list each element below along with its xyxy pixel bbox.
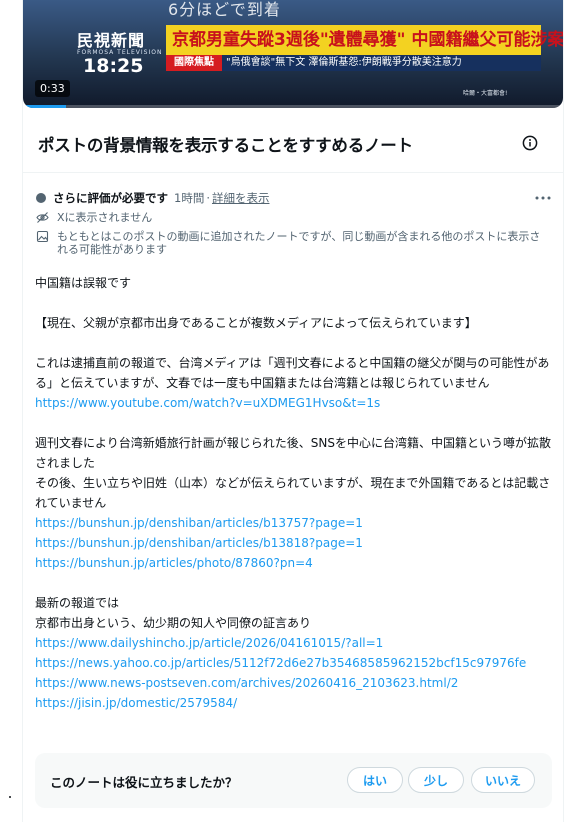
note-link-shincho[interactable]: https://www.dailyshincho.jp/article/2026… [35,633,555,653]
info-icon[interactable] [522,135,538,151]
more-options-icon[interactable] [535,196,551,200]
video-corner-text: 哈爾・大富都會! [463,90,508,97]
note-panel: 6分ほどで到着 民視新聞 FORMOSA TELEVISION 京都男童失蹤3週… [22,0,564,822]
news-ticker: "烏俄會談"無下文 澤倫斯基怨:伊朗戰爭分散美注意力 [222,55,541,71]
status-label: さらに評価が必要です [53,191,168,205]
note-body: 中国籍は誤報です 【現在、父親が京都市出身であることが複数メディアによって伝えら… [35,273,555,713]
note-link-jisin[interactable]: https://jisin.jp/domestic/2579584/ [35,693,555,713]
rate-yes-button[interactable]: はい [347,767,403,793]
note-line-2: 【現在、父親が京都市出身であることが複数メディアによって伝えられています】 [35,316,477,330]
note-header: ポストの背景情報を表示することをすすめるノート [23,118,563,170]
note-paragraph-5: 京都市出身という、幼少期の知人や同僚の証言あり [35,616,312,630]
details-link[interactable]: 詳細を表示 [212,190,270,206]
eye-off-icon [36,212,49,223]
note-time-ago: 1時間 [174,191,205,205]
note-paragraph-1: これは逮捕直前の報道で、台湾メディアは「週刊文春によると中国籍の継父が関与の可能… [35,356,550,390]
rate-no-button[interactable]: いいえ [471,767,535,793]
flash-label: 國際焦點 [166,55,222,71]
status-dot-icon [36,193,46,203]
note-link-bunshun-3[interactable]: https://bunshun.jp/articles/photo/87860?… [35,553,555,573]
video-player[interactable]: 6分ほどで到着 民視新聞 FORMOSA TELEVISION 京都男童失蹤3週… [23,0,563,108]
rate-somewhat-button[interactable]: 少し [408,767,464,793]
image-icon [36,230,49,243]
note-paragraph-2: 週刊文春により台湾新婚旅行計画が報じられた後、SNSを中心に台湾籍、中国籍という… [35,436,551,470]
video-progress-fill [23,105,67,108]
elapsed-time-badge: 0:33 [35,80,70,97]
video-clock: 18:25 [83,55,144,77]
hidden-notice-text: Xに表示されません [57,211,153,224]
rating-question: このノートは役に立ちましたか？ [50,775,238,790]
rating-box: このノートは役に立ちましたか？ はい 少し いいえ [35,753,552,808]
note-link-postseven[interactable]: https://www.news-postseven.com/archives/… [35,673,555,693]
header-divider [23,172,563,173]
note-link-bunshun-1[interactable]: https://bunshun.jp/denshiban/articles/b1… [35,513,555,533]
note-link-bunshun-2[interactable]: https://bunshun.jp/denshiban/articles/b1… [35,533,555,553]
note-paragraph-4: 最新の報道では [35,596,120,610]
note-paragraph-3: その後、生い立ちや旧姓（山本）などが伝えられていますが、現在まで外国籍であるとは… [35,476,551,510]
channel-logo: 民視新聞 FORMOSA TELEVISION [77,27,165,56]
channel-name: 民視新聞 [77,31,146,50]
added-notice-text: もともとはこのポストの動画に追加されたノートですが、同じ動画が含まれる他のポスト… [57,230,541,256]
hidden-notice-row: Xに表示されません [36,211,152,224]
video-headline: 京都男童失蹤3週後"遺體尋獲" 中國籍繼父可能涉案 [166,25,563,55]
video-progress-bar[interactable] [23,105,563,108]
edge-dot [9,796,11,798]
note-status-row: さらに評価が必要です 1時間 · 詳細を表示 [36,190,269,206]
note-link-youtube[interactable]: https://www.youtube.com/watch?v=uXDMEG1H… [35,393,555,413]
added-notice-row: もともとはこのポストの動画に追加されたノートですが、同じ動画が含まれる他のポスト… [36,230,551,256]
note-line-1: 中国籍は誤報です [35,276,132,290]
status-separator: · [206,191,210,205]
note-title: ポストの背景情報を表示することをすすめるノート [38,136,413,155]
video-top-text: 6分ほどで到着 [168,0,281,19]
note-link-yahoo[interactable]: https://news.yahoo.co.jp/articles/5112f7… [35,653,555,673]
